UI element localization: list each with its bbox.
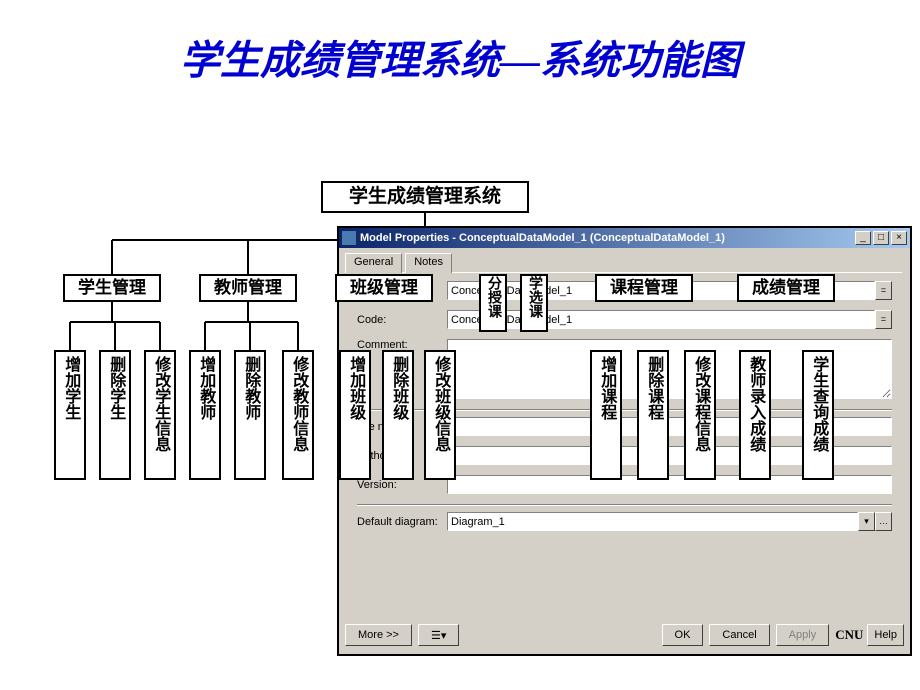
leaf-mod-course: 修改课程信息 xyxy=(684,350,716,480)
leaf-mod-class: 修改班级信息 xyxy=(424,350,456,480)
tab-notes[interactable]: Notes xyxy=(405,253,452,273)
minimize-button[interactable]: _ xyxy=(855,231,871,245)
leaf-student-query-grade: 学生查询成绩 xyxy=(802,350,834,480)
leaf-add-teacher: 增加教师 xyxy=(189,350,221,480)
diagram-props-button[interactable]: … xyxy=(875,512,892,531)
code-eq-button[interactable]: = xyxy=(875,310,892,329)
more-button[interactable]: More >> xyxy=(345,624,412,646)
tab-row: General Notes xyxy=(345,252,904,272)
dialog-icon xyxy=(342,231,356,245)
leaf-del-student: 删除学生 xyxy=(99,350,131,480)
leaf-del-teacher: 删除教师 xyxy=(234,350,266,480)
help-button[interactable]: Help xyxy=(867,624,904,646)
leaf-mod-student: 修改学生信息 xyxy=(144,350,176,480)
label-default-diagram: Default diagram: xyxy=(357,516,447,528)
input-code[interactable] xyxy=(447,310,875,329)
leaf-del-course: 删除课程 xyxy=(637,350,669,480)
root-node: 学生成绩管理系统 xyxy=(321,181,529,213)
leaf-add-student: 增加学生 xyxy=(54,350,86,480)
label-code: Code: xyxy=(357,314,447,326)
dialog-button-bar: More >> ☰▾ OK Cancel Apply CNUHelp xyxy=(345,624,904,646)
leaf-add-course: 增加课程 xyxy=(590,350,622,480)
name-eq-button[interactable]: = xyxy=(875,281,892,300)
diagram-dropdown-button[interactable]: ▾ xyxy=(858,512,875,531)
brand-label: CNU xyxy=(835,627,863,643)
module-grade: 成绩管理 xyxy=(737,274,835,302)
label-version: Version: xyxy=(357,479,447,491)
leaf-del-class: 删除班级 xyxy=(382,350,414,480)
close-button[interactable]: × xyxy=(891,231,907,245)
leaf-add-class: 增加班级 xyxy=(339,350,371,480)
dialog-titlebar[interactable]: Model Properties - ConceptualDataModel_1… xyxy=(339,228,910,248)
module-student: 学生管理 xyxy=(63,274,161,302)
maximize-button[interactable]: □ xyxy=(873,231,889,245)
module-course: 课程管理 xyxy=(595,274,693,302)
tab-general[interactable]: General xyxy=(345,253,402,273)
module-class: 班级管理 xyxy=(335,274,433,302)
input-default-diagram[interactable] xyxy=(447,512,858,531)
module-select: 学选课 xyxy=(520,274,548,332)
page-title: 学生成绩管理系统—系统功能图 xyxy=(0,0,920,86)
leaf-teacher-enter-grade: 教师录入成绩 xyxy=(739,350,771,480)
menu-button[interactable]: ☰▾ xyxy=(418,624,459,646)
module-teacher: 教师管理 xyxy=(199,274,297,302)
apply-button[interactable]: Apply xyxy=(776,624,830,646)
module-assign: 分授课 xyxy=(479,274,507,332)
dialog-title: Model Properties - ConceptualDataModel_1… xyxy=(360,232,853,244)
cancel-button[interactable]: Cancel xyxy=(709,624,769,646)
ok-button[interactable]: OK xyxy=(662,624,704,646)
leaf-mod-teacher: 修改教师信息 xyxy=(282,350,314,480)
